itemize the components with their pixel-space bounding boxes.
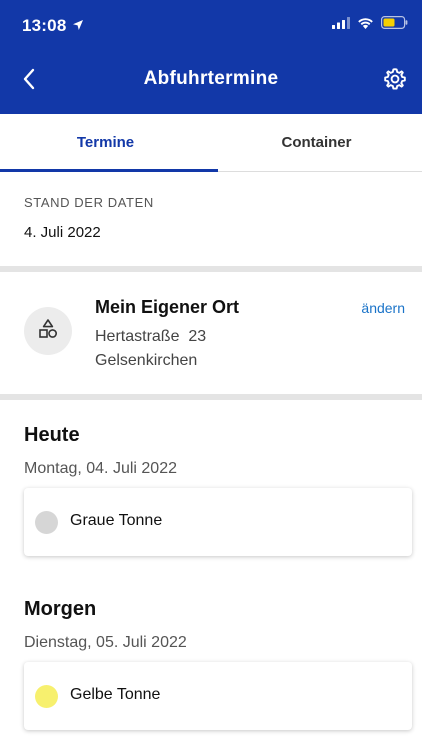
tab-bar: Termine Container — [0, 114, 422, 172]
day-date-tomorrow: Dienstag, 05. Juli 2022 — [24, 634, 187, 651]
battery-icon — [381, 16, 408, 34]
data-status-label: STAND DER DATEN — [24, 195, 154, 210]
section-divider — [0, 394, 422, 400]
day-heading-today: Heute — [24, 424, 80, 446]
bin-color-dot — [35, 511, 58, 534]
location-arrow-icon — [72, 16, 84, 36]
day-heading-tomorrow: Morgen — [24, 598, 97, 620]
pickup-card[interactable]: Gelbe Tonne — [24, 662, 412, 730]
bin-type-label: Graue Tonne — [70, 512, 163, 529]
change-location-link[interactable]: ändern — [361, 300, 405, 316]
gear-icon — [383, 67, 407, 96]
day-date-today: Montag, 04. Juli 2022 — [24, 460, 177, 477]
shapes-icon — [36, 317, 60, 346]
tab-container[interactable]: Container — [211, 114, 422, 171]
status-bar-indicators — [332, 16, 408, 34]
bin-type-label: Gelbe Tonne — [70, 686, 161, 703]
status-bar-time: 13:08 — [22, 16, 84, 36]
data-status-date: 4. Juli 2022 — [24, 224, 101, 241]
settings-button[interactable] — [380, 66, 410, 96]
bin-color-dot — [35, 685, 58, 708]
pickup-card[interactable]: Graue Tonne — [24, 488, 412, 556]
page-title: Abfuhrtermine — [143, 68, 279, 89]
wifi-icon — [357, 16, 374, 34]
location-name: Mein Eigener Ort — [95, 297, 240, 317]
tab-termine[interactable]: Termine — [0, 114, 211, 171]
location-section: Mein Eigener Ort Hertastraße 23 Gelsenki… — [0, 272, 422, 394]
app-header: 13:08 Abfuhrtermine — [0, 0, 422, 114]
signal-icon — [332, 16, 350, 34]
data-status-section: STAND DER DATEN 4. Juli 2022 — [0, 172, 422, 266]
time-label: 13:08 — [22, 16, 67, 35]
location-street: Hertastraße 23 — [95, 328, 207, 345]
location-city: Gelsenkirchen — [95, 352, 198, 369]
location-avatar — [24, 307, 72, 355]
